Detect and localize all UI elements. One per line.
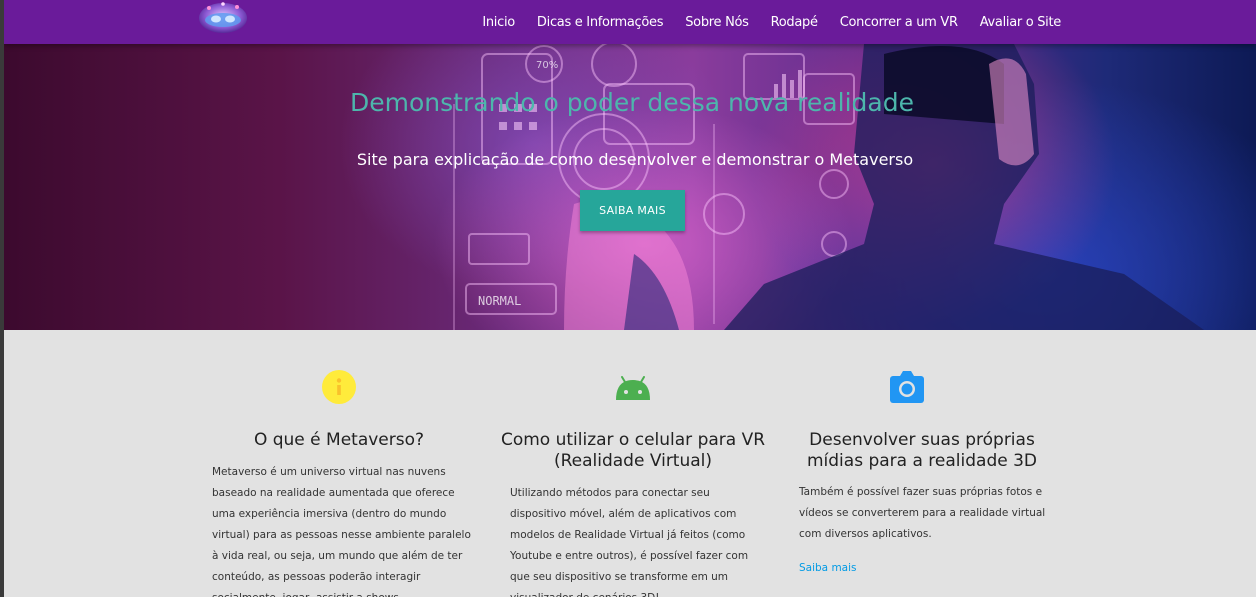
feature-text: Também é possível fazer suas próprias fo…	[799, 486, 1046, 540]
hero-subtitle: Site para explicação de como desenvolver…	[356, 150, 914, 169]
feature-title: Como utilizar o celular para VR (Realida…	[500, 430, 766, 471]
nav-item-sobre-nos[interactable]: Sobre Nós	[685, 15, 749, 30]
camera-icon	[889, 370, 925, 404]
feature-title: O que é Metaverso?	[253, 430, 425, 450]
navbar: Inicio Dicas e Informações Sobre Nós Rod…	[4, 0, 1256, 44]
hero-title: Demonstrando o poder dessa nova realidad…	[350, 88, 914, 117]
site-logo[interactable]	[197, 0, 249, 36]
saiba-mais-button[interactable]: SAIBA MAIS	[580, 190, 685, 231]
page: Inicio Dicas e Informações Sobre Nós Rod…	[4, 0, 1256, 597]
nav-item-avaliar-site[interactable]: Avaliar o Site	[980, 15, 1062, 30]
hud-normal-label: NORMAL	[478, 294, 521, 308]
hud-percent-label: 70%	[536, 60, 558, 71]
android-icon	[614, 374, 652, 404]
nav-item-rodape[interactable]: Rodapé	[771, 15, 818, 30]
nav-menu: Inicio Dicas e Informações Sobre Nós Rod…	[460, 0, 1061, 44]
feature-text: Utilizando métodos para conectar seu dis…	[510, 487, 749, 597]
nav-item-inicio[interactable]: Inicio	[482, 15, 515, 30]
info-icon	[322, 370, 356, 404]
hero-background-image: 70% NORMAL	[453, 44, 1204, 330]
nav-item-concorrer-vr[interactable]: Concorrer a um VR	[840, 15, 958, 30]
feature-text: Metaverso é um universo virtual nas nuve…	[212, 466, 471, 597]
feature-title: Desenvolver suas próprias mídias para a …	[806, 430, 1038, 471]
features-section: O que é Metaverso? Metaverso é um univer…	[4, 330, 1256, 597]
nav-item-dicas[interactable]: Dicas e Informações	[537, 15, 664, 30]
saiba-mais-link[interactable]: Saiba mais	[799, 562, 857, 574]
hero-banner: 70% NORMAL Demonstrando o poder dessa no…	[4, 44, 1256, 330]
